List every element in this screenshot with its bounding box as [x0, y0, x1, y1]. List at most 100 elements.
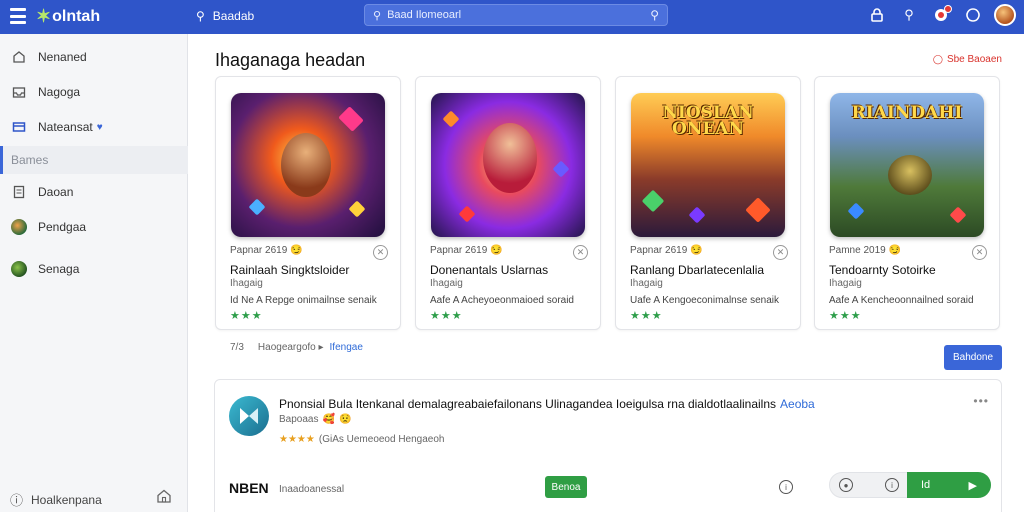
logo-mark-icon: ✶	[36, 6, 52, 26]
card-subtitle: Ihagaig	[630, 278, 663, 289]
rating-stars-icon: ★★★	[430, 310, 463, 322]
card-description: Aafe A Acheyoeonmaioed soraid	[430, 295, 574, 306]
emoji-icon: 😏	[888, 245, 902, 256]
sidebar-item-game[interactable]: Pendgaa	[10, 218, 86, 236]
game-card[interactable]: RIAINDAHI Pamne 2019 😏 ✕ Tendoarnty Soto…	[814, 76, 1000, 330]
menu-icon[interactable]	[10, 8, 26, 24]
rating-stars-icon: ★★★★	[279, 434, 315, 445]
sidebar-item-label: Nenaned	[38, 50, 87, 64]
game-artwork-image: RIAINDAHI	[830, 93, 984, 237]
search-label: Baadab	[212, 9, 255, 23]
close-icon[interactable]: ✕	[972, 245, 987, 260]
avatar[interactable]	[994, 4, 1016, 26]
home-outline-icon	[10, 48, 28, 66]
game-artwork-image	[231, 93, 385, 237]
rating-stars-icon: ★★★	[829, 310, 862, 322]
game-artwork-image: NIOSLAN ONEAN	[631, 93, 785, 237]
featured-subtitle-text: Bapoaas	[279, 414, 319, 425]
card-description: Id Ne A Repge onimailnse senaik	[230, 295, 377, 306]
close-icon[interactable]: ✕	[573, 245, 588, 260]
document-icon	[10, 183, 28, 201]
sidebar-bottom-label: Hoalkenpana	[31, 492, 102, 507]
sidebar-item-home[interactable]: Nenaned	[10, 48, 87, 66]
featured-code: NBEN	[229, 480, 269, 496]
emoji-icon: 😏	[290, 245, 303, 256]
sidebar-item-document[interactable]: Daoan	[10, 183, 73, 201]
secondary-button[interactable]: Benoa	[545, 476, 587, 498]
notification-dot	[944, 5, 952, 13]
sidebar-section-label: Bames	[11, 153, 49, 167]
featured-app-card[interactable]: Pnonsial Bula Itenkanal demalagreabaiefa…	[214, 379, 1002, 512]
install-button[interactable]: Id ▶	[907, 472, 991, 498]
app-logo[interactable]: ✶ olntah	[36, 6, 100, 27]
info-circle-icon[interactable]: i	[885, 478, 899, 492]
search-icon: ⚲	[373, 9, 382, 22]
card-meta: Papnar 2619 😏	[430, 245, 503, 256]
info-circle-icon: ⓘ	[10, 493, 24, 508]
close-icon[interactable]: ✕	[373, 245, 388, 260]
search-icon: ⚲	[196, 9, 205, 23]
heart-badge-icon: ♥	[96, 121, 103, 133]
primary-button[interactable]: Bahdone	[944, 345, 1002, 370]
sidebar-item-label: Pendgaa	[38, 220, 87, 234]
game-card[interactable]: Papnar 2619 😏 ✕ Rainlaah Singktsloider I…	[215, 76, 401, 330]
card-title: Donenantals Uslarnas	[430, 263, 549, 277]
info-icon[interactable]	[962, 4, 984, 26]
see-more-label: Sbe Baoaen	[946, 54, 1002, 65]
emoji-icon: 😏	[690, 245, 703, 256]
card-icon	[10, 118, 28, 136]
sidebar-item-inbox[interactable]: Nagoga	[10, 83, 80, 101]
featured-rating: ★★★★ (GiAs Uemeoeod Hengaeoh	[279, 434, 445, 445]
sidebar-item-label: Nateansat	[38, 120, 93, 134]
sidebar-bottom-item[interactable]: ⓘ Hoalkenpana	[10, 490, 102, 509]
featured-title: Pnonsial Bula Itenkanal demalagreabaiefa…	[279, 397, 815, 411]
featured-title-link[interactable]: Aeoba	[780, 397, 815, 411]
card-subtitle: Ihagaig	[430, 278, 463, 289]
card-meta-text: Papnar 2619	[630, 245, 688, 256]
emoji-icon: 😟	[338, 414, 352, 425]
close-icon[interactable]: ✕	[773, 245, 788, 260]
play-arrow-icon: ▶	[968, 479, 977, 492]
notification-icon[interactable]	[930, 4, 952, 26]
see-more-link[interactable]: ◯ Sbe Baoaen	[933, 54, 1002, 65]
rating-text: (GiAs Uemeoeod Hengaeoh	[318, 434, 445, 445]
search-submit-icon[interactable]: ⚲	[650, 8, 659, 22]
card-subtitle: Ihagaig	[829, 278, 862, 289]
sidebar-item-planet[interactable]: Senaga	[10, 260, 79, 278]
inbox-icon	[10, 83, 28, 101]
sidebar-item-card[interactable]: Nateansat ♥	[10, 118, 103, 136]
page-indicator: 7/3	[230, 342, 244, 353]
info-circle-icon[interactable]: i	[779, 480, 793, 494]
more-options-icon[interactable]: •••	[973, 394, 989, 408]
header-actions: ⚲	[866, 4, 1016, 26]
search-input[interactable]: ⚲ Baad Ilomeoarl ⚲	[364, 4, 668, 26]
search-icon[interactable]: ⚲	[898, 4, 920, 26]
home-icon[interactable]	[156, 488, 172, 509]
logo-text: olntah	[52, 7, 101, 25]
sidebar: Nenaned Nagoga Nateansat ♥ Bames Daoan P…	[0, 34, 188, 512]
chat-icon[interactable]: ●	[839, 478, 853, 492]
search-shortcut[interactable]: ⚲ Baadab	[196, 9, 254, 23]
rating-stars-icon: ★★★	[230, 310, 263, 322]
game-artwork-image	[431, 93, 585, 237]
game-card[interactable]: Papnar 2619 😏 ✕ Donenantals Uslarnas Iha…	[415, 76, 601, 330]
game-avatar-icon	[10, 218, 28, 236]
sidebar-section-games[interactable]: Bames	[0, 146, 188, 174]
card-meta-text: Pamne 2019	[829, 245, 886, 256]
card-description: Uafe A Kengoeconimalnse senaik	[630, 295, 779, 306]
pager-text: Haogeargofo ▸	[257, 342, 324, 353]
featured-title-text: Pnonsial Bula Itenkanal demalagreabaiefa…	[279, 397, 777, 411]
top-bar: ✶ olntah ⚲ Baadab ⚲ Baad Ilomeoarl ⚲ ⚲	[0, 0, 1024, 34]
pagination: 7/3 Haogeargofo ▸ Ifengae	[230, 342, 363, 353]
sidebar-item-label: Daoan	[38, 185, 74, 199]
featured-subtitle: Bapoaas 🥰 😟	[279, 414, 351, 425]
game-card[interactable]: NIOSLAN ONEAN Papnar 2619 😏 ✕ Ranlang Db…	[615, 76, 801, 330]
lock-icon[interactable]	[866, 4, 888, 26]
card-meta: Papnar 2619 😏	[630, 245, 703, 256]
card-title: Ranlang Dbarlatecenlalia	[630, 263, 765, 277]
planet-icon	[10, 260, 28, 278]
artwork-title: NIOSLAN ONEAN	[662, 103, 754, 139]
emoji-icon: 😏	[490, 245, 503, 256]
pager-link[interactable]: Ifengae	[330, 342, 363, 353]
card-title: Tendoarnty Sotoirke	[829, 263, 936, 277]
